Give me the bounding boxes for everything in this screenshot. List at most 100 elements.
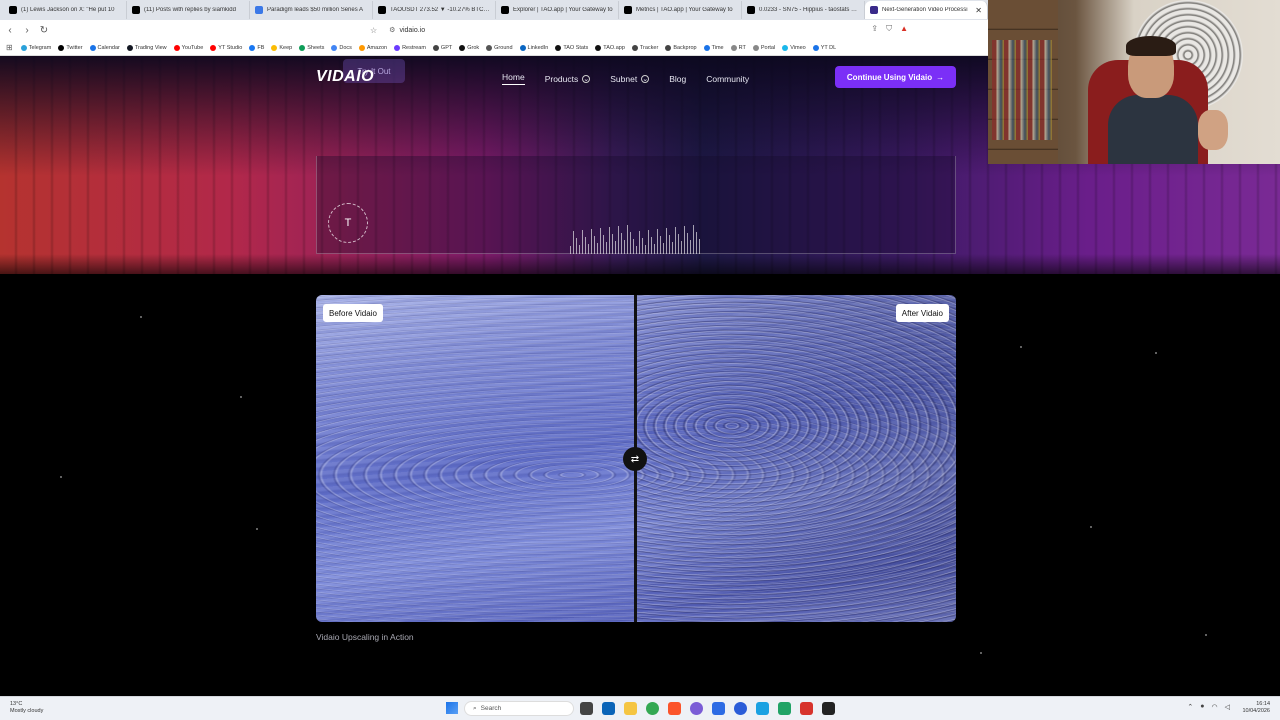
bookmark-item[interactable]: LinkedIn [519,44,548,51]
volume-icon[interactable]: ◁ [1225,703,1230,711]
browser-tab[interactable]: Explorer | TAO.app | Your Gateway to [496,1,619,19]
bookmark-item[interactable]: Grok [459,44,479,51]
bookmark-item[interactable]: Portal [752,44,775,51]
after-label: After Vidaio [895,304,949,322]
file-explorer-icon[interactable] [624,702,637,715]
bookmark-item[interactable]: Twitter [58,44,83,51]
browser-tab[interactable]: TAOUSDT 273.52 ▼ -10.27% BTC Cr [373,1,496,19]
bookmark-item[interactable]: Ground [486,44,513,51]
bookmark-item[interactable]: YT DL [812,44,836,51]
bookmark-item[interactable]: Calendar [89,44,120,51]
bookmark-item[interactable]: Trading View [126,44,167,51]
browser-tab[interactable]: 0.0233 - SN75 - Hippius - taostats - Cr [742,1,865,19]
mic-icon[interactable]: ● [1200,703,1204,711]
star-dot [60,476,62,478]
bookmark-favicon-icon [394,44,401,51]
bookmark-favicon-icon [331,44,338,51]
tab-title: Metrics | TAO.app | Your Gateway to [636,7,733,13]
terminal-icon[interactable] [822,702,835,715]
bookmark-label: Telegram [28,44,52,51]
clock[interactable]: 16:14 10/04/2026 [1242,701,1270,715]
browser-tab[interactable]: Metrics | TAO.app | Your Gateway to [619,1,742,19]
chevron-up-icon[interactable]: ⌃ [1187,703,1193,711]
zoom-icon[interactable] [734,702,747,715]
bookmark-item[interactable]: Restream [394,44,426,51]
warning-icon[interactable]: ▲ [900,24,908,34]
bookmark-item[interactable]: Amazon [358,44,387,51]
app-icon[interactable] [756,702,769,715]
nav-label: Products [544,73,579,84]
share-icon[interactable]: ⇪ [871,24,878,34]
nav-item-products[interactable]: Products ⌄ [545,72,591,85]
bookmark-favicon-icon [58,44,65,51]
outlook-icon[interactable] [602,702,615,715]
waveform-bar [660,236,661,254]
bookmark-item[interactable]: Tracker [631,44,659,51]
waveform-bar [678,234,679,254]
bookmark-item[interactable]: Keep [271,44,293,51]
bookmark-item[interactable]: RT [730,44,746,51]
bookmark-item[interactable]: Vimeo [782,44,806,51]
nav-item-blog[interactable]: Blog [669,72,686,85]
chrome-icon[interactable] [646,702,659,715]
bookmark-item[interactable]: YT Studio [210,44,242,51]
before-label: Before Vidaio [323,304,383,322]
presenter-hand [1198,110,1228,150]
weather-widget[interactable]: 13°C Mostly cloudy [10,701,43,715]
waveform-bar [693,225,694,254]
bookmark-item[interactable]: Telegram [20,44,52,51]
bookmark-favicon-icon [703,44,710,51]
bookmark-favicon-icon [459,44,466,51]
browser-tab[interactable]: Paradigm leads $50 million Series A [250,1,373,19]
reload-icon[interactable]: ↻ [37,25,51,36]
address-bar[interactable]: ☆ ⚙ vidaio.io [370,23,870,37]
app-icon[interactable] [712,702,725,715]
star-dot [980,652,982,654]
windows-start-icon[interactable] [446,702,458,714]
apps-icon[interactable]: ⊞ [6,43,13,52]
bookmark-label: Keep [279,44,293,51]
bookmark-item[interactable]: Sheets [299,44,324,51]
nav-item-community[interactable]: Community [706,72,749,85]
vidaio-logo[interactable]: VIDAIO [316,68,374,86]
continue-using-vidaio-button[interactable]: Continue Using Vidaio → [835,66,956,88]
bookmark-item[interactable]: YouTube [173,44,203,51]
bookmark-item[interactable]: Time [703,44,724,51]
waveform-bar [624,240,625,254]
bookmark-label: Vimeo [790,44,806,51]
bookmark-item[interactable]: TAO.app [595,44,625,51]
tab-favicon-icon [255,6,263,14]
nav-item-subnet[interactable]: Subnet ⌄ [610,72,650,85]
bookmark-label: Tracker [639,44,659,51]
task-view-icon[interactable] [580,702,593,715]
bookmark-item[interactable]: TAO Stats [555,44,588,51]
shield-icon[interactable]: ⛉ [886,24,892,34]
star-dot [1090,526,1092,528]
site-info-icon[interactable]: ⚙ [389,26,395,34]
taskbar-search[interactable]: ⌕ Search [464,701,574,716]
swap-handle-icon[interactable]: ⇄ [623,447,647,471]
before-after-comparison[interactable]: ⇄ Before Vidaio After Vidaio [316,295,956,622]
bookmark-star-icon[interactable]: ☆ [370,26,377,35]
wifi-icon[interactable]: ◠ [1212,703,1218,711]
browser-tab[interactable]: (11) Posts with replies by siamkidd [127,1,250,19]
close-tab-icon[interactable]: ✕ [975,6,982,15]
bookmark-item[interactable]: GPT [432,44,452,51]
app-icon[interactable] [690,702,703,715]
nav-item-home[interactable]: Home [502,72,525,85]
brave-icon[interactable] [668,702,681,715]
app-icon[interactable] [800,702,813,715]
bookmark-item[interactable]: FB [249,44,264,51]
back-icon[interactable]: ‹ [3,25,17,36]
bookmark-item[interactable]: Backprop [665,44,697,51]
waveform-bar [630,232,631,254]
waveform-bar [654,244,655,254]
browser-tab[interactable]: Next-Generation Video Processi ✕ [865,1,988,19]
forward-icon[interactable]: › [20,25,34,36]
waveform-bar [591,229,592,254]
browser-tab[interactable]: (1) Lewis Jackson on X: "He put 10 [4,1,127,19]
calculator-icon[interactable] [778,702,791,715]
weather-temp: 13°C [10,701,23,707]
waveform-bar [585,237,586,254]
bookmark-item[interactable]: Docs [331,44,352,51]
